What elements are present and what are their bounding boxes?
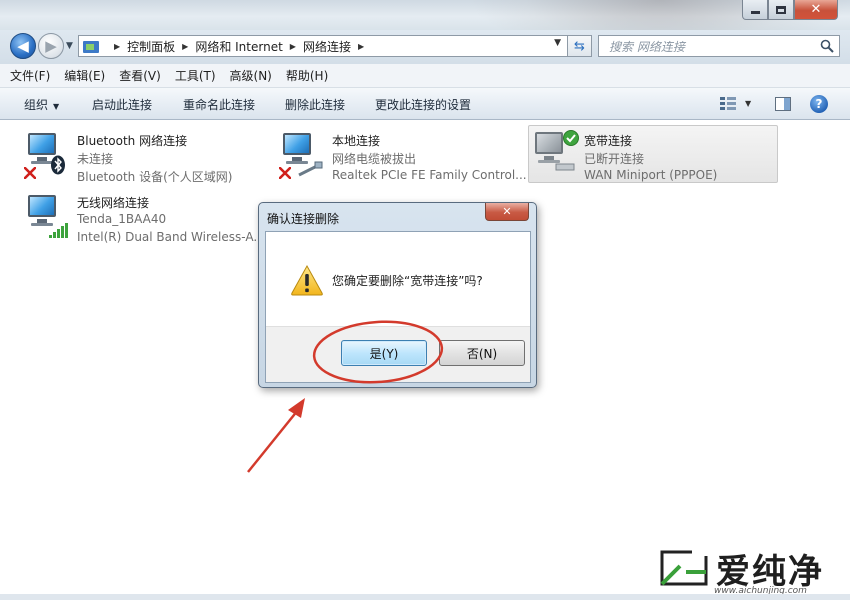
- maximize-button[interactable]: [768, 0, 794, 20]
- aichunjing-logo-icon: [660, 548, 712, 586]
- breadcrumb-separator-icon[interactable]: ▶: [182, 42, 188, 51]
- breadcrumb-network-internet[interactable]: 网络和 Internet: [195, 38, 282, 55]
- signal-strength-icon: [49, 223, 68, 238]
- connection-status: 网络电缆被拔出: [332, 152, 417, 166]
- window-titlebar: ✕: [0, 0, 850, 60]
- search-placeholder: 搜索 网络连接: [609, 39, 685, 54]
- confirm-delete-dialog: 确认连接删除 ✕ 您确定要删除“宽带连接”吗? 是(Y) 否(N): [258, 202, 537, 388]
- refresh-button[interactable]: ⇆: [568, 35, 592, 57]
- connection-name: 无线网络连接: [77, 196, 150, 210]
- connection-item-wireless[interactable]: 无线网络连接 Tenda_1BAA40 Intel(R) Dual Band W…: [22, 188, 265, 248]
- connection-status: Tenda_1BAA40: [77, 212, 167, 226]
- menu-advanced[interactable]: 高级(N): [230, 67, 272, 84]
- search-input[interactable]: 搜索 网络连接: [598, 35, 840, 57]
- organize-label: 组织: [24, 98, 49, 112]
- connection-device: Bluetooth 设备(个人区域网): [77, 170, 233, 184]
- dialog-button-area: 是(Y) 否(N): [266, 326, 530, 382]
- watermark: 爱纯净 www.aichunjing.com: [652, 544, 842, 598]
- connection-device: Realtek PCIe FE Family Control...: [332, 168, 527, 182]
- change-settings-button[interactable]: 更改此连接的设置: [375, 96, 471, 113]
- minimize-button[interactable]: [742, 0, 768, 20]
- menu-tools[interactable]: 工具(T): [175, 67, 216, 84]
- close-icon: ✕: [810, 2, 822, 17]
- breadcrumb-network-connections[interactable]: 网络连接: [303, 38, 351, 55]
- connection-name: 本地连接: [332, 134, 381, 148]
- back-button[interactable]: ◀: [10, 33, 36, 59]
- dialog-body: 您确定要删除“宽带连接”吗? 是(Y) 否(N): [265, 231, 531, 383]
- connection-status: 未连接: [77, 152, 114, 166]
- connection-item-bluetooth[interactable]: Bluetooth 网络连接 未连接 Bluetooth 设备(个人区域网): [22, 126, 262, 186]
- warning-icon: [291, 264, 323, 296]
- preview-pane-icon[interactable]: [775, 97, 791, 111]
- maximize-icon: [776, 5, 786, 14]
- connection-status: 已断开连接: [584, 152, 645, 166]
- dialog-message-area: 您确定要删除“宽带连接”吗?: [266, 232, 530, 326]
- yes-button[interactable]: 是(Y): [341, 340, 427, 366]
- broadband-connection-icon: [529, 128, 579, 176]
- minimize-icon: [750, 11, 760, 14]
- organize-button[interactable]: 组织 ▼: [24, 96, 59, 113]
- navigation-bar: ◀ ▶ ▼ ▶ 控制面板 ▶ 网络和 Internet ▶ 网络连接 ▶ ▼ ⇆…: [0, 30, 850, 64]
- connection-name: 宽带连接: [584, 134, 633, 148]
- refresh-icon: ⇆: [574, 38, 585, 54]
- disconnected-x-icon: [24, 167, 36, 179]
- no-button[interactable]: 否(N): [439, 340, 525, 366]
- breadcrumb-separator-icon[interactable]: ▶: [290, 42, 296, 51]
- arrow-right-icon: ▶: [45, 37, 57, 55]
- search-icon[interactable]: [820, 39, 834, 53]
- menu-file[interactable]: 文件(F): [10, 67, 50, 84]
- connected-check-icon: [563, 130, 579, 146]
- connection-device: WAN Miniport (PPPOE): [584, 168, 718, 182]
- rename-connection-button[interactable]: 重命名此连接: [183, 96, 255, 113]
- breadcrumb-separator-icon[interactable]: ▶: [114, 42, 120, 51]
- wireless-connection-icon: [22, 191, 70, 239]
- view-dropdown-icon[interactable]: ▼: [745, 99, 751, 108]
- arrow-left-icon: ◀: [17, 37, 29, 55]
- menu-help[interactable]: 帮助(H): [286, 67, 328, 84]
- disconnected-x-icon: [279, 167, 291, 179]
- connection-device: Intel(R) Dual Band Wireless-A...: [77, 230, 265, 244]
- delete-connection-button[interactable]: 删除此连接: [285, 96, 345, 113]
- menu-bar: 文件(F) 编辑(E) 查看(V) 工具(T) 高级(N) 帮助(H): [0, 64, 850, 88]
- address-history-dropdown[interactable]: ▼: [554, 38, 561, 48]
- breadcrumb-control-panel[interactable]: 控制面板: [127, 38, 175, 55]
- chevron-down-icon: ▼: [53, 102, 60, 111]
- address-bar[interactable]: ▶ 控制面板 ▶ 网络和 Internet ▶ 网络连接 ▶ ▼: [78, 35, 568, 57]
- breadcrumb-separator-icon[interactable]: ▶: [358, 42, 364, 51]
- connection-name: Bluetooth 网络连接: [77, 134, 188, 148]
- connection-item-broadband[interactable]: 宽带连接 已断开连接 WAN Miniport (PPPOE): [528, 125, 778, 183]
- bluetooth-connection-icon: [22, 129, 70, 179]
- forward-button[interactable]: ▶: [38, 33, 64, 59]
- window-bottom-edge: [0, 594, 850, 600]
- command-bar: 组织 ▼ 启动此连接 重命名此连接 删除此连接 更改此连接的设置 ▼ ?: [0, 88, 850, 120]
- control-panel-icon: [83, 39, 101, 53]
- dialog-message: 您确定要删除“宽带连接”吗?: [332, 274, 483, 288]
- enable-connection-button[interactable]: 启动此连接: [92, 96, 152, 113]
- recent-pages-dropdown[interactable]: ▼: [66, 41, 73, 51]
- connection-item-local[interactable]: 本地连接 网络电缆被拔出 Realtek PCIe FE Family Cont…: [277, 126, 527, 186]
- close-icon: ✕: [502, 205, 512, 218]
- help-icon[interactable]: ?: [810, 95, 828, 113]
- view-options-icon[interactable]: [720, 97, 736, 111]
- dialog-close-button[interactable]: ✕: [485, 203, 529, 221]
- close-window-button[interactable]: ✕: [794, 0, 838, 20]
- dialog-title: 确认连接删除: [267, 212, 340, 226]
- menu-view[interactable]: 查看(V): [119, 67, 161, 84]
- menu-edit[interactable]: 编辑(E): [64, 67, 105, 84]
- local-connection-icon: [277, 129, 325, 179]
